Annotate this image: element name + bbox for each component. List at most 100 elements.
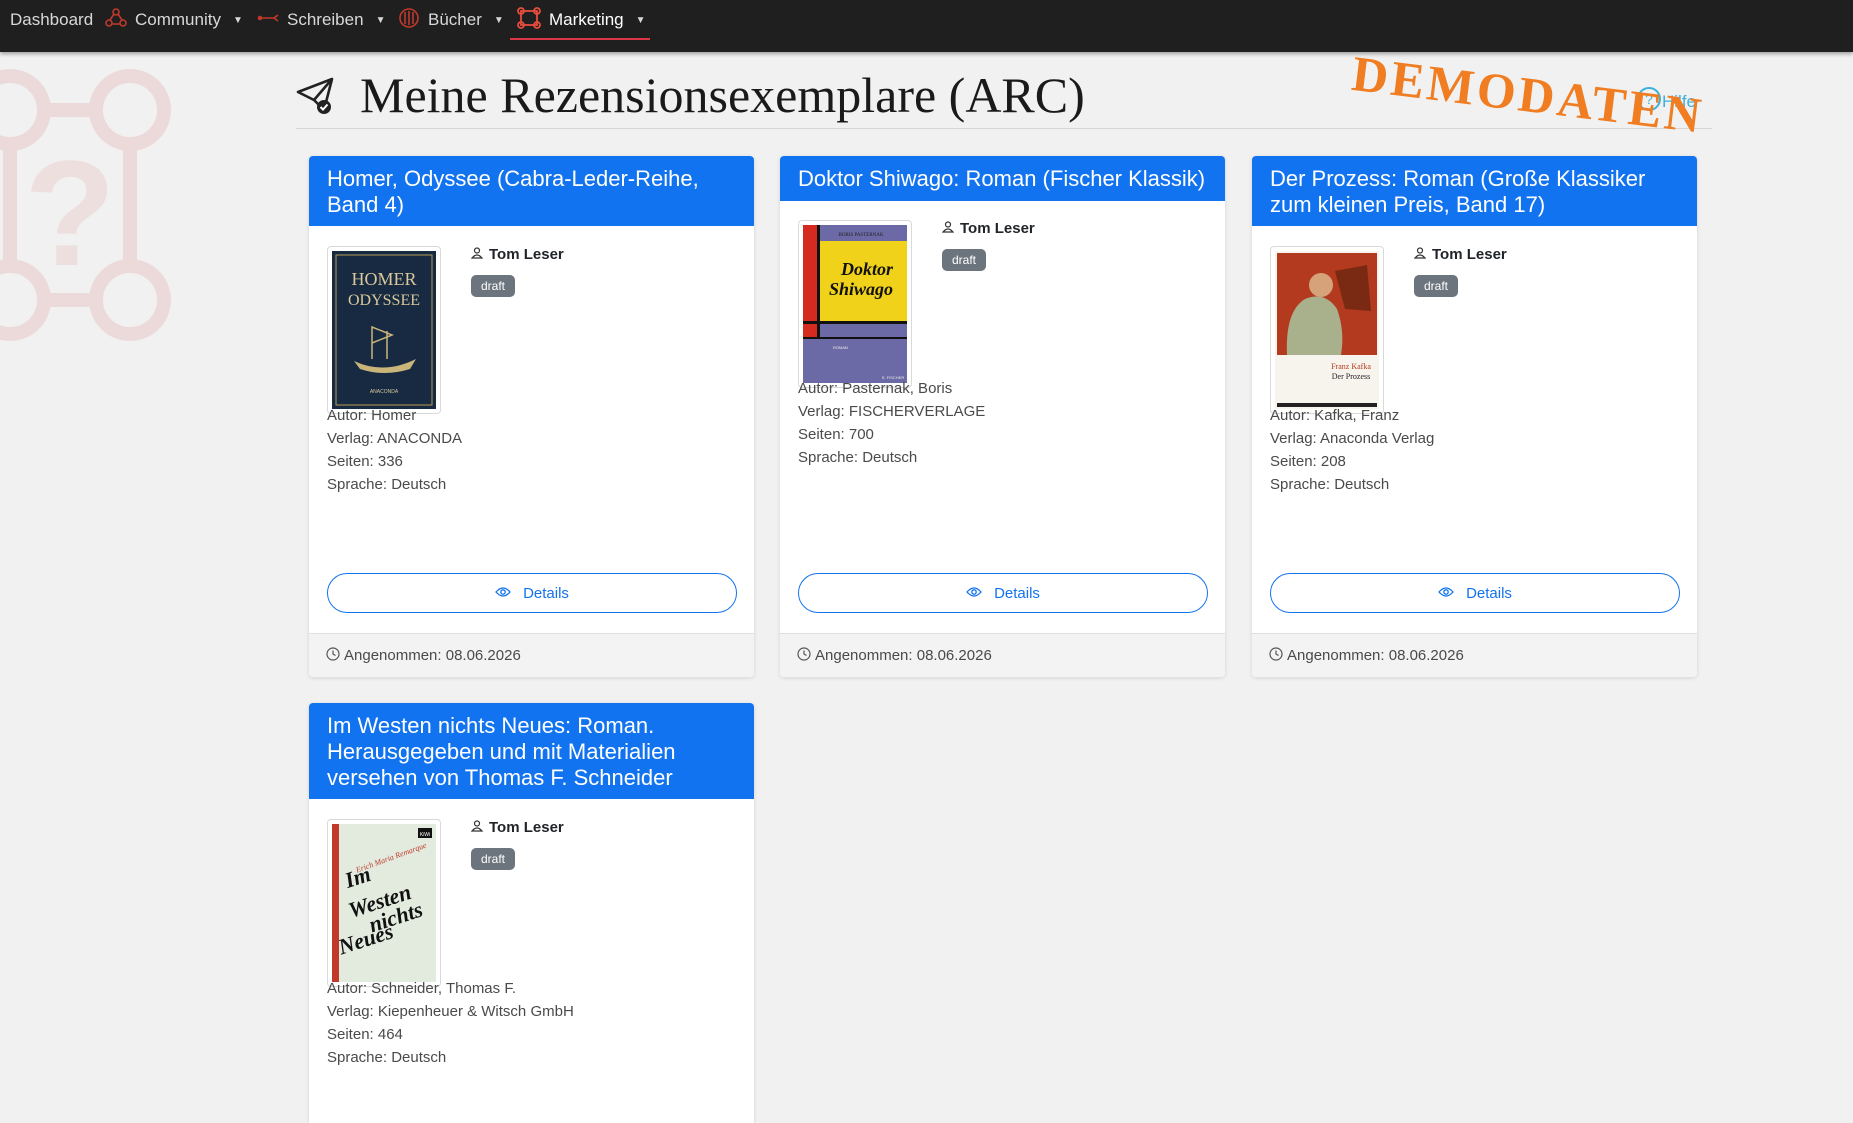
- book-icon: [397, 7, 421, 34]
- nav-schreiben[interactable]: Schreiben ▼: [256, 0, 385, 40]
- reviewer-line: Tom Leser: [941, 220, 1035, 237]
- book-cover[interactable]: KiWi Erich Maria Remarque Im Westen nich…: [327, 819, 441, 987]
- card-title: Im Westen nichts Neues: Roman. Herausgeg…: [309, 703, 754, 799]
- meta-pages: Seiten: 336: [327, 453, 403, 470]
- user-icon: [941, 220, 955, 237]
- svg-text:Doktor: Doktor: [840, 259, 894, 279]
- accepted-date: Angenommen: 08.06.2026: [815, 647, 992, 664]
- chevron-down-icon: ▼: [493, 14, 504, 26]
- status-badge: draft: [471, 848, 516, 870]
- eye-icon: [1438, 585, 1454, 602]
- reviewer-name: Tom Leser: [960, 220, 1035, 237]
- svg-text:ANACONDA: ANACONDA: [370, 389, 399, 395]
- arc-card: Doktor Shiwago: Roman (Fischer Klassik) …: [780, 156, 1225, 677]
- meta-language: Sprache: Deutsch: [327, 476, 447, 493]
- card-body: BORIS PASTERNAK Doktor Shiwago ROMAN S. …: [780, 201, 1225, 633]
- svg-text:?: ?: [24, 129, 116, 297]
- card-footer: Angenommen: 08.06.2026: [780, 633, 1225, 677]
- clock-icon: [797, 646, 811, 665]
- card-body: KiWi Erich Maria Remarque Im Westen nich…: [309, 799, 754, 1123]
- meta-publisher: Verlag: FISCHERVERLAGE: [798, 403, 986, 420]
- svg-text:ROMAN: ROMAN: [833, 345, 848, 350]
- status-badge: draft: [1414, 275, 1459, 297]
- user-icon: [470, 246, 484, 263]
- card-title: Doktor Shiwago: Roman (Fischer Klassik): [780, 156, 1225, 201]
- svg-text:BORIS PASTERNAK: BORIS PASTERNAK: [839, 233, 884, 238]
- nav-buecher-label: Bücher: [428, 10, 482, 29]
- meta-author: Autor: Pasternak, Boris: [798, 380, 953, 397]
- arc-card: Der Prozess: Roman (Große Klassiker zum …: [1252, 156, 1697, 677]
- community-icon: [104, 7, 128, 34]
- nav-dashboard[interactable]: Dashboard: [10, 0, 93, 40]
- clock-icon: [1269, 646, 1283, 665]
- nav-dashboard-label: Dashboard: [10, 10, 94, 29]
- page-title: Meine Rezensionsexemplare (ARC): [360, 67, 1085, 123]
- details-button[interactable]: Details: [798, 573, 1208, 613]
- details-label: Details: [523, 584, 569, 602]
- chevron-down-icon: ▼: [375, 14, 386, 26]
- svg-text:ODYSSEE: ODYSSEE: [348, 292, 420, 309]
- arc-card: Homer, Odyssee (Cabra-Leder-Reihe, Band …: [309, 156, 754, 677]
- top-navbar: Dashboard Community ▼ Schreiben ▼ Bücher…: [0, 0, 1853, 52]
- meta-language: Sprache: Deutsch: [1270, 476, 1390, 493]
- svg-text:HOMER: HOMER: [351, 269, 416, 289]
- chevron-down-icon: ▼: [232, 14, 243, 26]
- nav-marketing-label: Marketing: [549, 10, 624, 29]
- reviewer-name: Tom Leser: [489, 246, 564, 263]
- book-meta: Autor: Pasternak, Boris Verlag: FISCHERV…: [798, 377, 985, 469]
- card-title: Homer, Odyssee (Cabra-Leder-Reihe, Band …: [309, 156, 754, 226]
- reviewer-line: Tom Leser: [470, 819, 564, 836]
- status-badge: draft: [942, 249, 987, 271]
- chevron-down-icon: ▼: [635, 14, 646, 26]
- meta-author: Autor: Homer: [327, 407, 417, 424]
- card-footer: Angenommen: 08.06.2026: [1252, 633, 1697, 677]
- svg-text:Shiwago: Shiwago: [829, 279, 893, 299]
- details-button[interactable]: Details: [1270, 573, 1680, 613]
- nav-buecher[interactable]: Bücher ▼: [397, 0, 504, 40]
- card-title: Der Prozess: Roman (Große Klassiker zum …: [1252, 156, 1697, 226]
- reviewer-name: Tom Leser: [489, 819, 564, 836]
- clock-icon: [326, 646, 340, 665]
- meta-pages: Seiten: 700: [798, 426, 874, 443]
- paper-plane-check-icon: [296, 76, 336, 121]
- book-meta: Autor: Homer Verlag: ANACONDA Seiten: 33…: [327, 404, 462, 496]
- meta-publisher: Verlag: Anaconda Verlag: [1270, 430, 1435, 447]
- nav-marketing[interactable]: Marketing ▼: [516, 0, 646, 40]
- meta-language: Sprache: Deutsch: [798, 449, 918, 466]
- book-cover[interactable]: HOMER ODYSSEE ANACONDA: [327, 246, 441, 414]
- meta-language: Sprache: Deutsch: [327, 1049, 447, 1066]
- nav-schreiben-label: Schreiben: [287, 10, 364, 29]
- svg-text:KiWi: KiWi: [420, 832, 430, 838]
- card-body: Franz Kafka Der Prozess Tom Leser draft …: [1252, 226, 1697, 633]
- user-icon: [1413, 246, 1427, 263]
- meta-pages: Seiten: 208: [1270, 453, 1346, 470]
- book-cover[interactable]: Franz Kafka Der Prozess: [1270, 246, 1384, 414]
- meta-pages: Seiten: 464: [327, 1026, 403, 1043]
- book-meta: Autor: Schneider, Thomas F. Verlag: Kiep…: [327, 977, 574, 1069]
- background-logo-icon: ?: [0, 60, 220, 360]
- meta-author: Autor: Schneider, Thomas F.: [327, 980, 516, 997]
- meta-publisher: Verlag: Kiepenheuer & Witsch GmbH: [327, 1003, 574, 1020]
- reviewer-line: Tom Leser: [1413, 246, 1507, 263]
- card-footer: Angenommen: 08.06.2026: [309, 633, 754, 677]
- svg-text:Franz Kafka: Franz Kafka: [1331, 362, 1371, 371]
- details-label: Details: [994, 584, 1040, 602]
- user-icon: [470, 819, 484, 836]
- nav-community[interactable]: Community ▼: [104, 0, 243, 40]
- status-badge: draft: [471, 275, 516, 297]
- eye-icon: [495, 585, 511, 602]
- eye-icon: [966, 585, 982, 602]
- details-button[interactable]: Details: [327, 573, 737, 613]
- arc-card: Im Westen nichts Neues: Roman. Herausgeg…: [309, 703, 754, 1123]
- book-cover[interactable]: BORIS PASTERNAK Doktor Shiwago ROMAN S. …: [798, 220, 912, 388]
- demo-data-stamp: DEMODATEN: [1349, 44, 1708, 144]
- book-meta: Autor: Kafka, Franz Verlag: Anaconda Ver…: [1270, 404, 1434, 496]
- meta-publisher: Verlag: ANACONDA: [327, 430, 463, 447]
- meta-author: Autor: Kafka, Franz: [1270, 407, 1400, 424]
- accepted-date: Angenommen: 08.06.2026: [344, 647, 521, 664]
- accepted-date: Angenommen: 08.06.2026: [1287, 647, 1464, 664]
- reviewer-line: Tom Leser: [470, 246, 564, 263]
- marketing-icon: [516, 6, 542, 35]
- nav-community-label: Community: [135, 10, 221, 29]
- svg-text:Der Prozess: Der Prozess: [1332, 372, 1370, 381]
